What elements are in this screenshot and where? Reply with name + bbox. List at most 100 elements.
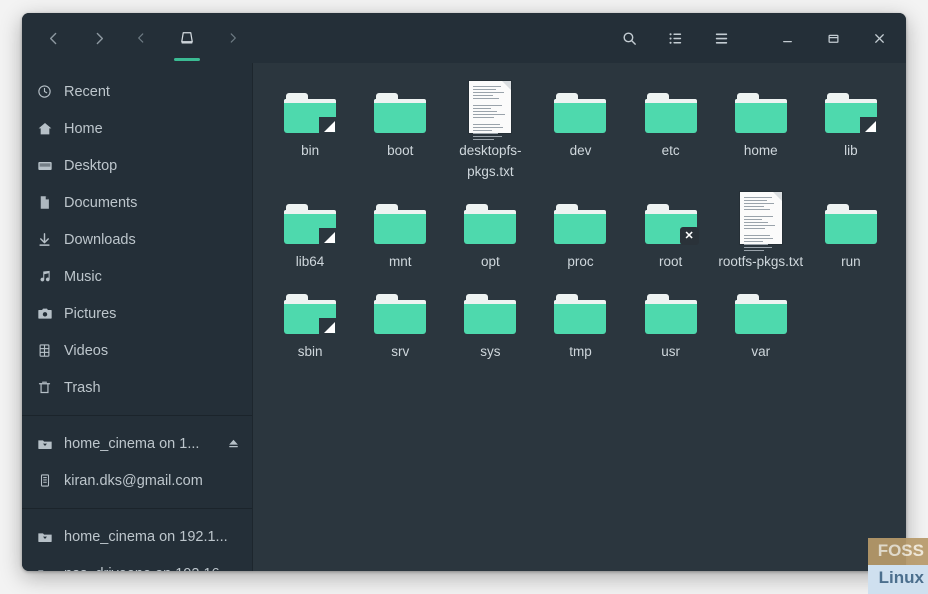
file-item[interactable]: srv [355,280,445,362]
tab-bar [126,21,248,61]
sidebar-item-label: Videos [64,342,109,359]
folder-icon [282,81,338,133]
file-item[interactable]: lib64 [265,190,355,272]
sidebar-item-label: home_cinema on 1... [64,435,200,452]
text-file-icon [733,192,789,251]
file-item[interactable]: proc [535,190,625,272]
file-label: root [659,254,683,269]
sidebar-item-home[interactable]: Home [22,110,252,147]
folder-icon [643,282,699,334]
sidebar-item-pictures[interactable]: Pictures [22,295,252,332]
tab-next-button[interactable] [218,21,248,55]
folder-icon [282,282,338,334]
sidebar-item-network-nas-driveone[interactable]: nas_driveone on 192.16... [22,555,252,571]
file-item[interactable]: opt [445,190,535,272]
sidebar-item-account[interactable]: kiran.dks@gmail.com [22,462,252,499]
sidebar-item-recent[interactable]: Recent [22,73,252,110]
sidebar-item-downloads[interactable]: Downloads [22,221,252,258]
file-item[interactable]: usr [626,280,716,362]
file-list-view: bin boot desktopfs-pkgs.txt dev etc home lib li… [253,63,906,571]
forward-button[interactable] [86,25,112,51]
camera-icon [36,305,53,322]
file-label: sbin [297,344,323,359]
minimize-button[interactable] [774,25,800,51]
file-item[interactable]: ✕ root [626,190,716,272]
file-item[interactable]: bin [265,79,355,182]
window-body: Recent Home Desktop Documents Downloads … [22,63,906,571]
folder-icon [552,192,608,244]
folder-icon [823,192,879,244]
unreadable-emblem-icon: ✕ [679,227,699,245]
file-label: srv [391,344,410,359]
view-options-button[interactable] [662,25,688,51]
navigation-group [40,25,112,51]
file-item[interactable]: etc [626,79,716,182]
watermark-line-2: Linux [868,565,928,594]
watermark-line-1: FOSS [868,538,928,565]
search-button[interactable] [616,25,642,51]
folder-icon [643,81,699,133]
download-arrow-icon [36,231,53,248]
file-item[interactable]: mnt [355,190,445,272]
file-item[interactable]: home [716,79,806,182]
file-label: bin [301,143,320,158]
trash-icon [36,379,53,396]
file-label: usr [661,344,681,359]
maximize-button[interactable] [820,25,846,51]
folder-icon [462,282,518,334]
sidebar-item-label: Music [64,268,102,285]
file-item[interactable]: tmp [535,280,625,362]
sidebar-item-label: nas_driveone on 192.16... [64,566,232,572]
file-label: lib [844,143,858,158]
file-item[interactable]: desktopfs-pkgs.txt [445,79,535,182]
file-item[interactable]: run [806,190,896,272]
file-label: desktopfs-pkgs.txt [459,143,522,179]
sidebar-item-documents[interactable]: Documents [22,184,252,221]
file-item[interactable]: lib [806,79,896,182]
file-label: run [841,254,861,269]
sidebar-item-desktop[interactable]: Desktop [22,147,252,184]
sidebar-divider [22,508,252,509]
file-item[interactable]: rootfs-pkgs.txt [716,190,806,272]
sidebar-item-mount-home-cinema[interactable]: home_cinema on 1... [22,425,252,462]
file-item[interactable]: dev [535,79,625,182]
symlink-emblem-icon [319,318,337,334]
folder-icon [823,81,879,133]
sidebar-item-network-home-cinema[interactable]: home_cinema on 192.1... [22,518,252,555]
tab-drive[interactable] [172,21,202,61]
screenshot-root: Recent Home Desktop Documents Downloads … [0,0,928,594]
file-item[interactable]: boot [355,79,445,182]
sidebar-item-label: Downloads [64,231,136,248]
network-folder-icon [36,565,53,571]
document-icon [36,194,53,211]
file-label: etc [661,143,680,158]
sidebar-item-trash[interactable]: Trash [22,369,252,406]
file-label: boot [387,143,414,158]
back-button[interactable] [40,25,66,51]
file-label: dev [569,143,592,158]
file-label: mnt [388,254,412,269]
symlink-emblem-icon [319,228,337,244]
text-file-icon [462,81,518,140]
network-folder-icon [36,435,53,452]
window-header [22,13,906,63]
close-button[interactable] [866,25,892,51]
file-label: sys [480,344,501,359]
eject-icon[interactable] [227,437,240,450]
file-label: home [743,143,778,158]
window-controls [774,25,892,51]
active-tab-indicator [174,58,200,61]
file-item[interactable]: sys [445,280,535,362]
tab-prev-button[interactable] [126,21,156,55]
sidebar-item-videos[interactable]: Videos [22,332,252,369]
file-label: lib64 [295,254,325,269]
file-item[interactable]: var [716,280,806,362]
sidebar-item-music[interactable]: Music [22,258,252,295]
folder-icon [372,192,428,244]
symlink-emblem-icon [319,117,337,133]
file-label: proc [567,254,594,269]
menu-button[interactable] [708,25,734,51]
folder-icon: ✕ [643,192,699,245]
folder-icon [733,282,789,334]
file-item[interactable]: sbin [265,280,355,362]
